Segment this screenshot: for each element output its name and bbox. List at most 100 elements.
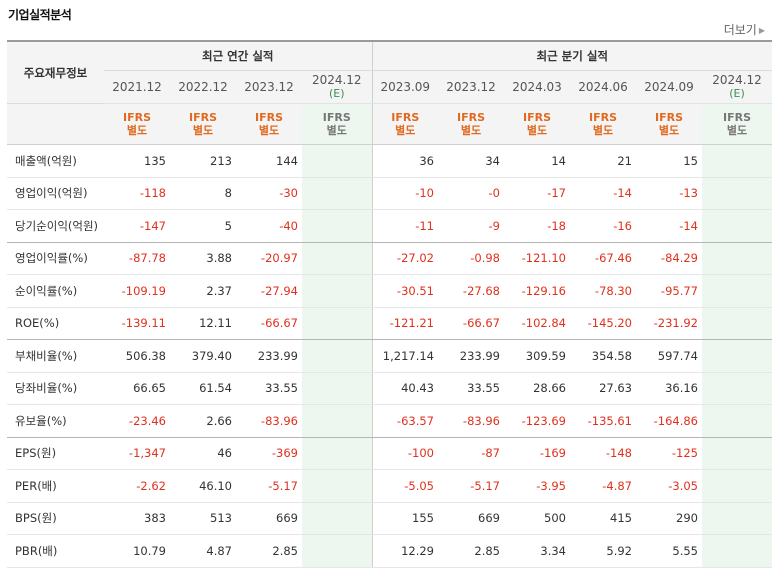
value-cell: 3.34: [504, 534, 570, 568]
row-label: PBR(배): [7, 534, 104, 568]
value-cell: 5.92: [570, 534, 636, 568]
value-cell: 33.55: [438, 372, 504, 405]
ifrs-row-spacer: [7, 103, 104, 145]
period-header: 2024.12 (E): [302, 70, 372, 104]
row-label: PER(배): [7, 469, 104, 503]
period-label: 2023.12: [244, 80, 294, 94]
table-row: PER(배) -2.62 46.10 -5.17 -5.05 -5.17 -3.95 -4.8…: [7, 469, 772, 503]
value-cell: [302, 307, 372, 340]
value-cell: -231.92: [636, 307, 702, 340]
value-cell: [702, 469, 772, 503]
period-label: 2023.09: [380, 80, 431, 94]
row-label-header: 주요재무정보: [7, 40, 104, 104]
value-cell: [702, 274, 772, 308]
value-cell: [702, 242, 772, 275]
period-label: 2023.12: [446, 80, 496, 94]
value-cell: [702, 534, 772, 568]
value-cell: 354.58: [570, 339, 636, 373]
value-cell: -0: [438, 177, 504, 210]
value-cell: [302, 534, 372, 568]
value-cell: 2.85: [236, 534, 302, 568]
value-cell: -67.46: [570, 242, 636, 275]
value-cell: 2.37: [170, 274, 236, 308]
value-cell: -84.29: [636, 242, 702, 275]
value-cell: -95.77: [636, 274, 702, 308]
value-cell: [302, 274, 372, 308]
value-cell: -0.98: [438, 242, 504, 275]
ifrs-badge: IFRS 별도: [302, 103, 372, 145]
basis-label: 별도: [258, 124, 280, 137]
table-row: BPS(원) 383 513 669 155 669 500 415 290: [7, 502, 772, 535]
value-cell: -5.17: [236, 469, 302, 503]
ifrs-label: IFRS: [391, 111, 420, 124]
row-label: 영업이익(억원): [7, 177, 104, 210]
value-cell: 10.79: [104, 534, 170, 568]
value-cell: 12.29: [371, 534, 438, 568]
basis-label: 별도: [526, 124, 548, 137]
value-cell: -139.11: [104, 307, 170, 340]
ifrs-badge: IFRS 별도: [104, 103, 170, 145]
more-link[interactable]: 더보기 ▶: [724, 21, 765, 38]
period-header: 2024.03: [504, 70, 570, 104]
value-cell: 233.99: [438, 339, 504, 373]
value-cell: 669: [438, 502, 504, 535]
value-cell: 506.38: [104, 339, 170, 373]
value-cell: -3.05: [636, 469, 702, 503]
value-cell: -1,347: [104, 437, 170, 470]
value-cell: -87.78: [104, 242, 170, 275]
value-cell: [302, 469, 372, 503]
value-cell: -63.57: [371, 404, 438, 438]
estimate-marker: (E): [729, 87, 745, 100]
value-cell: [702, 437, 772, 470]
value-cell: 290: [636, 502, 702, 535]
period-label: 2021.12: [112, 80, 162, 94]
period-header: 2023.09: [371, 70, 438, 104]
value-cell: 309.59: [504, 339, 570, 373]
value-cell: 415: [570, 502, 636, 535]
row-label: 순이익률(%): [7, 274, 104, 308]
period-label: 2024.09: [644, 80, 694, 94]
value-cell: -5.05: [371, 469, 438, 503]
ifrs-label: IFRS: [723, 111, 751, 124]
period-label: 2024.06: [578, 80, 628, 94]
period-label: 2024.12: [311, 73, 362, 87]
basis-label: 별도: [658, 124, 680, 137]
table-row: EPS(원) -1,347 46 -369 -100 -87 -169 -148 -125: [7, 437, 772, 470]
value-cell: 2.66: [170, 404, 236, 438]
value-cell: 213: [170, 144, 236, 178]
ifrs-badge: IFRS 별도: [570, 103, 636, 145]
value-cell: -27.68: [438, 274, 504, 308]
value-cell: -147: [104, 209, 170, 243]
value-cell: -40: [236, 209, 302, 243]
value-cell: [702, 372, 772, 405]
value-cell: [702, 502, 772, 535]
basis-label: 별도: [460, 124, 482, 137]
basis-label: 별도: [126, 124, 148, 137]
value-cell: 379.40: [170, 339, 236, 373]
value-cell: [702, 177, 772, 210]
period-header: 2024.12 (E): [702, 70, 772, 104]
value-cell: -121.10: [504, 242, 570, 275]
value-cell: 33.55: [236, 372, 302, 405]
value-cell: -87: [438, 437, 504, 470]
value-cell: 597.74: [636, 339, 702, 373]
value-cell: 40.43: [371, 372, 438, 405]
row-label: 매출액(억원): [7, 144, 104, 178]
value-cell: -18: [504, 209, 570, 243]
value-cell: -14: [636, 209, 702, 243]
value-cell: 513: [170, 502, 236, 535]
estimate-marker: (E): [328, 87, 345, 100]
row-label: 영업이익률(%): [7, 242, 104, 275]
basis-label: 별도: [592, 124, 614, 137]
value-cell: -83.96: [438, 404, 504, 438]
value-cell: 135: [104, 144, 170, 178]
table-row: 당좌비율(%) 66.65 61.54 33.55 40.43 33.55 28.66 27.…: [7, 372, 772, 405]
value-cell: 4.87: [170, 534, 236, 568]
row-label: 당기순이익(억원): [7, 209, 104, 243]
value-cell: [302, 372, 372, 405]
table-row: PBR(배) 10.79 4.87 2.85 12.29 2.85 3.34 5.92 5.55: [7, 534, 772, 568]
value-cell: -30: [236, 177, 302, 210]
row-label: 부채비율(%): [7, 339, 104, 373]
period-header: 2022.12: [170, 70, 236, 104]
basis-label: 별도: [326, 124, 347, 137]
